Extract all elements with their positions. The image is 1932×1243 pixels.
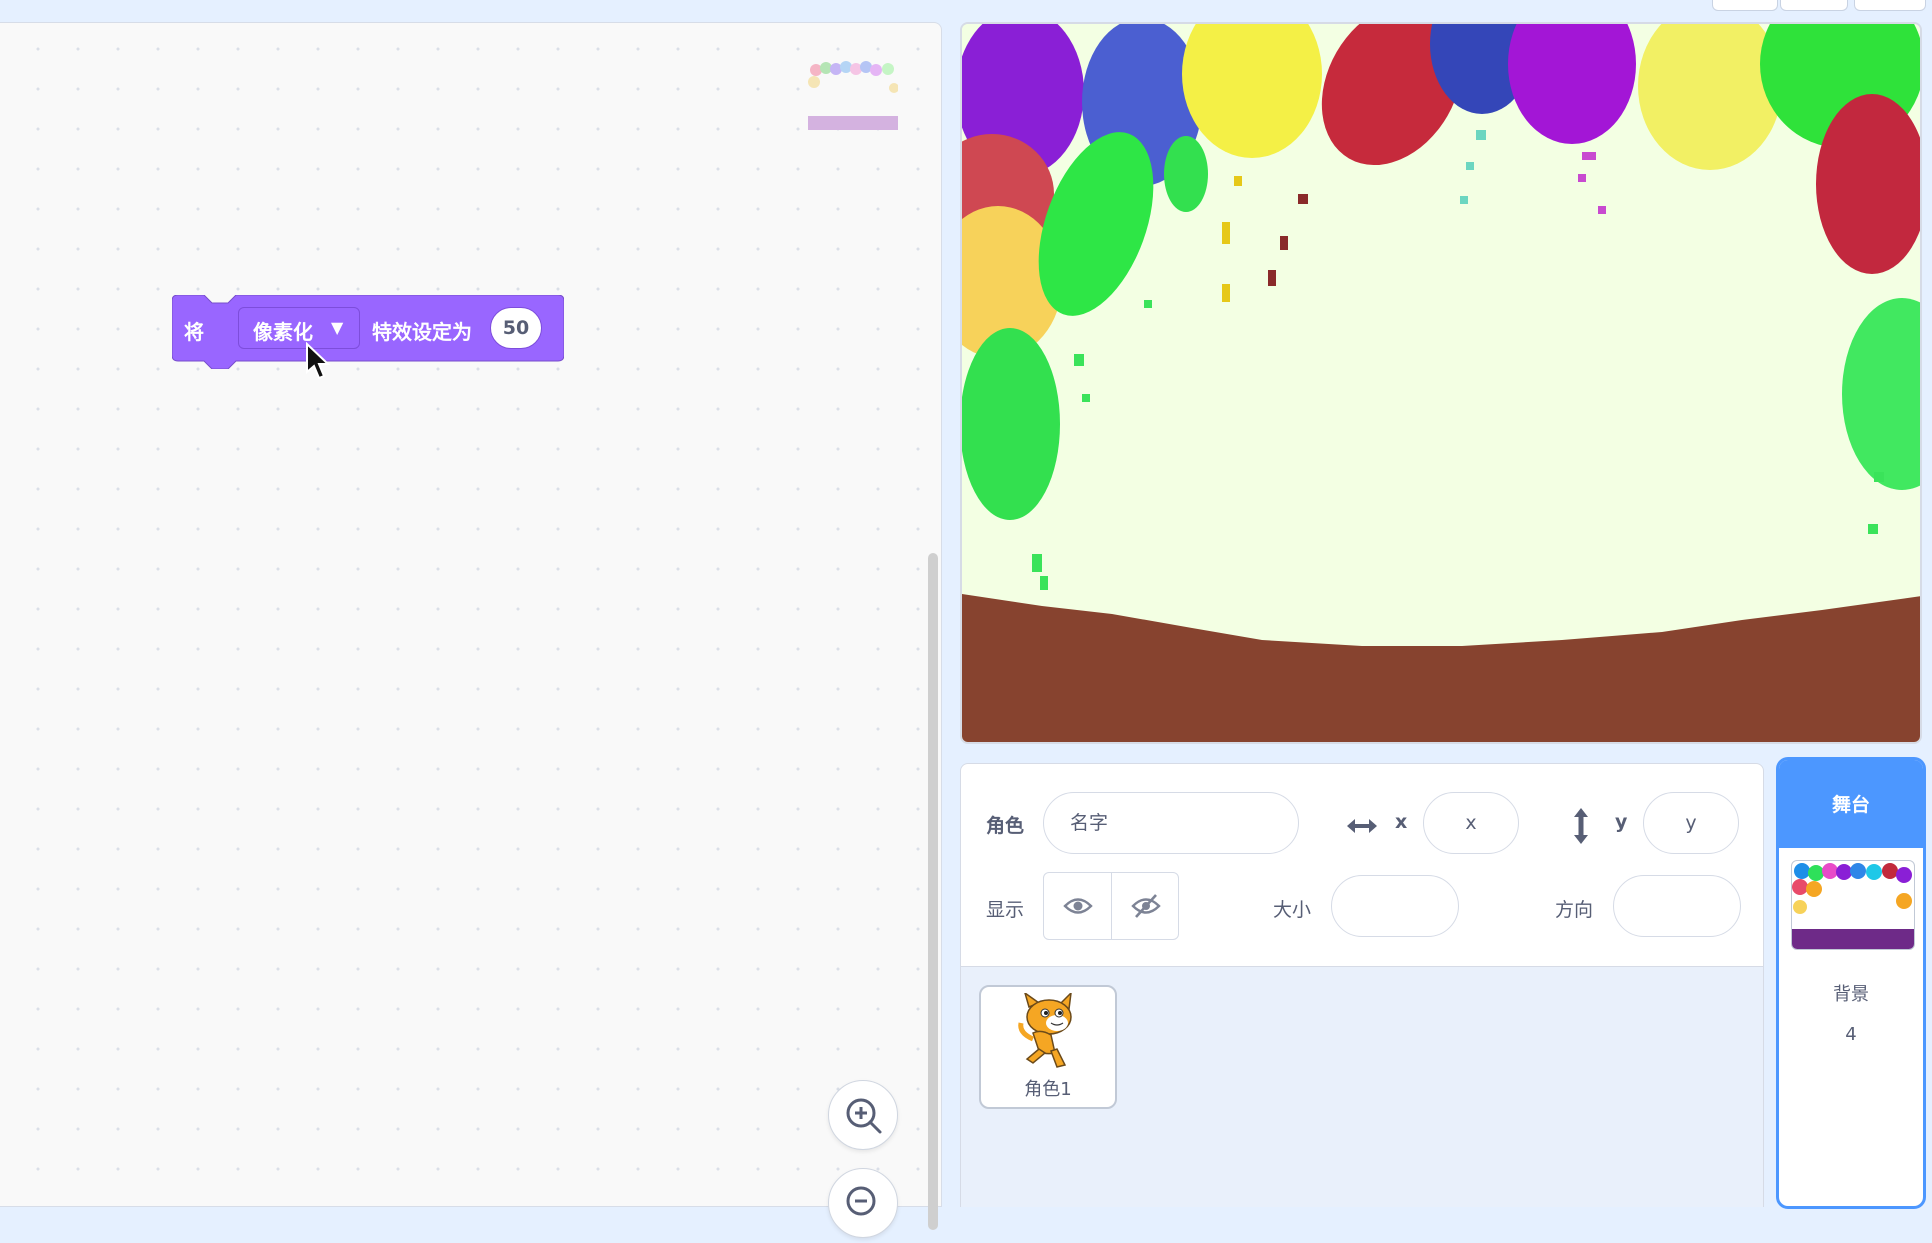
x-position-field[interactable]: x xyxy=(1423,792,1519,854)
effect-value-input[interactable]: 50 xyxy=(490,307,542,349)
eye-icon xyxy=(1062,898,1093,914)
size-field[interactable] xyxy=(1331,875,1459,937)
cat-sprite-icon xyxy=(1018,993,1072,1068)
party-backdrop-image xyxy=(962,24,1920,742)
block-middle-text: 特效设定为 xyxy=(372,320,472,344)
visibility-toggle xyxy=(1043,872,1179,940)
sprite-name-label: 角色1 xyxy=(1024,1079,1072,1100)
mouse-cursor-icon xyxy=(306,342,331,380)
dropdown-caret-icon: ▼ xyxy=(331,318,344,337)
stage-small-mode-button[interactable] xyxy=(1712,0,1778,11)
y-arrows-icon xyxy=(1574,808,1588,844)
show-label: 显示 xyxy=(986,899,1025,921)
zoom-in-button[interactable] xyxy=(828,1080,898,1150)
direction-label: 方向 xyxy=(1555,899,1594,921)
top-bar xyxy=(0,0,1932,22)
y-label: y xyxy=(1615,811,1628,833)
stage-canvas[interactable] xyxy=(960,22,1922,744)
direction-field[interactable] xyxy=(1613,875,1741,937)
eye-slash-icon xyxy=(1130,894,1161,918)
x-arrows-icon xyxy=(1347,819,1377,833)
fullscreen-button[interactable] xyxy=(1854,0,1926,11)
stage-selector-header: 舞台 xyxy=(1779,760,1923,848)
stage-large-mode-button[interactable] xyxy=(1780,0,1848,11)
zoom-out-icon xyxy=(846,1186,876,1216)
sprite-preview-thumbnail xyxy=(808,60,898,130)
stage-header-label: 舞台 xyxy=(1831,794,1870,816)
stage-selector[interactable]: 舞台 背景 4 xyxy=(1776,757,1926,1209)
backdrop-count: 4 xyxy=(1845,1024,1857,1045)
effect-dropdown-label: 像素化 xyxy=(253,320,313,344)
effect-dropdown[interactable]: 像素化 ▼ xyxy=(238,307,360,349)
backdrop-thumbnail-image xyxy=(1792,863,1914,949)
backdrops-label: 背景 xyxy=(1833,984,1869,1005)
backdrop-thumbnail xyxy=(1791,860,1915,950)
sprite-label: 角色 xyxy=(986,815,1025,837)
zoom-out-button[interactable] xyxy=(828,1168,898,1238)
size-label: 大小 xyxy=(1273,899,1312,921)
sprite-properties: 角色 名字 x x y y 显示 大小 方向 xyxy=(961,764,1763,967)
show-sprite-button[interactable] xyxy=(1044,873,1112,939)
sprite-info-panel: 角色 名字 x x y y 显示 大小 方向 角色1 xyxy=(960,763,1764,1207)
x-label: x xyxy=(1395,811,1408,833)
sprite-tile[interactable]: 角色1 xyxy=(979,985,1117,1109)
y-position-field[interactable]: y xyxy=(1643,792,1739,854)
zoom-in-icon xyxy=(846,1098,882,1134)
code-workspace[interactable] xyxy=(0,22,942,1230)
sprite-list: 角色1 xyxy=(961,967,1763,1207)
block-prefix-text: 将 xyxy=(184,320,204,344)
sprite-name-field[interactable]: 名字 xyxy=(1043,792,1299,854)
workspace-scrollbar[interactable] xyxy=(928,553,938,1230)
hide-sprite-button[interactable] xyxy=(1112,873,1179,939)
